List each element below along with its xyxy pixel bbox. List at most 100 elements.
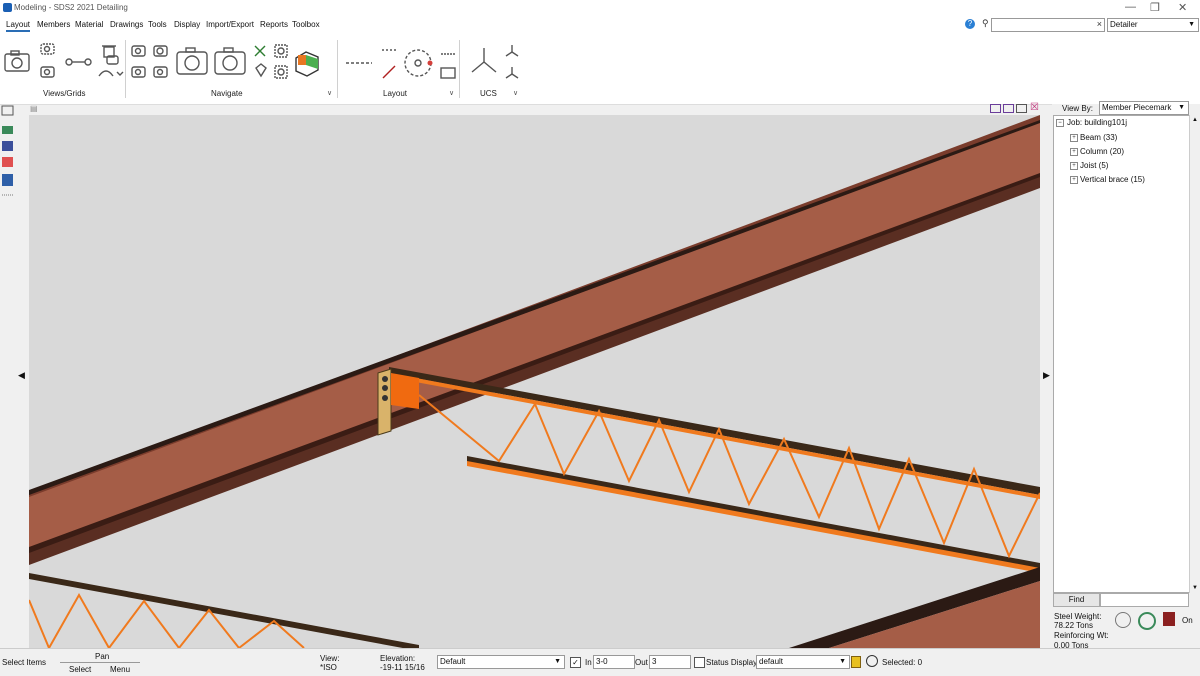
close-view-icon[interactable]: ☒ [1030, 102, 1039, 113]
left-toolbar [1, 105, 14, 196]
menu-display[interactable]: Display [174, 20, 200, 29]
clipboard-icon[interactable] [851, 656, 861, 668]
help-icon[interactable]: ? [965, 19, 975, 29]
view-by-select[interactable]: Member Piecemark ▼ [1099, 101, 1189, 115]
folder-icon[interactable] [440, 67, 456, 79]
column-icon[interactable] [2, 141, 13, 151]
clear-search-button[interactable]: × [1097, 19, 1102, 29]
out-input[interactable]: 3 [649, 655, 691, 669]
tile-icon[interactable] [990, 104, 1001, 113]
beam-flange-edge [29, 120, 1040, 495]
status-display-select[interactable]: default ▼ [756, 655, 850, 669]
in-label: In [585, 658, 592, 667]
restore-button[interactable]: ❐ [1150, 1, 1160, 14]
restore-view-icon[interactable] [40, 66, 55, 78]
chevron-down-icon: ▼ [1178, 104, 1185, 111]
refresh-icon[interactable] [1138, 612, 1156, 630]
next-view-icon[interactable] [153, 66, 168, 78]
bolt [382, 395, 388, 401]
status-display-checkbox[interactable] [694, 657, 705, 668]
filter-icon[interactable] [1163, 612, 1175, 626]
tree-root[interactable]: Job: building101j [1067, 118, 1127, 127]
window-title: Modeling - SDS2 2021 Detailing [14, 3, 128, 12]
tree-item-column[interactable]: Column (20) [1080, 147, 1124, 156]
close-button[interactable]: ✕ [1178, 1, 1187, 14]
bolt [382, 376, 388, 382]
expand-icon[interactable]: + [1070, 162, 1078, 170]
tree-item-joist[interactable]: Joist (5) [1080, 161, 1108, 170]
reinforcing-label: Reinforcing Wt: [1054, 631, 1109, 640]
grid-line-icon[interactable] [65, 58, 92, 66]
circle-point-icon[interactable] [404, 49, 432, 77]
view-value: *ISO [320, 663, 337, 672]
zoom-view-icon[interactable] [214, 47, 246, 75]
paint-icon[interactable] [255, 63, 267, 78]
menu-import-export[interactable]: Import/Export [206, 20, 254, 29]
material-icon[interactable] [2, 157, 13, 167]
delete-view-icon[interactable] [102, 45, 119, 65]
zoom-window-icon[interactable] [274, 44, 288, 58]
scroll-down-icon[interactable]: ▼ [1192, 585, 1198, 591]
prev-view-icon[interactable] [131, 66, 146, 78]
chevron-down-icon: ▼ [839, 658, 846, 665]
find-input[interactable] [1100, 593, 1189, 607]
menu-reports[interactable]: Reports [260, 20, 288, 29]
group-expand-icon[interactable]: ∨ [327, 89, 332, 97]
member-tree[interactable]: − Job: building101j + Beam (33) + Column… [1053, 115, 1190, 593]
minimize-button[interactable]: — [1125, 1, 1136, 13]
expand-icon[interactable]: + [1070, 134, 1078, 142]
cascade-icon[interactable] [1003, 104, 1014, 113]
scroll-right-icon[interactable]: ▶ [1043, 370, 1050, 381]
zoom-extents-icon[interactable] [274, 65, 288, 79]
role-select[interactable]: Detailer ▼ [1107, 18, 1199, 32]
scroll-up-icon[interactable]: ▲ [1192, 117, 1198, 123]
ucs-axes-icon[interactable] [471, 48, 497, 73]
layer-select[interactable]: Default ▼ [437, 655, 565, 669]
arc-icon[interactable] [98, 70, 124, 77]
scroll-left-icon[interactable]: ◀ [18, 370, 25, 381]
zoom-icon[interactable] [866, 655, 878, 667]
locate-icon[interactable] [1115, 612, 1131, 628]
save-view-2-icon[interactable] [131, 45, 146, 57]
group-ucs: UCS [480, 89, 497, 98]
tree-scrollbar[interactable]: ▲ ▼ [1189, 115, 1200, 593]
ucs-small-icon[interactable] [505, 45, 519, 57]
in-checkbox[interactable]: ✓ [570, 657, 581, 668]
save-view-icon[interactable] [40, 43, 55, 55]
component-icon[interactable] [2, 174, 13, 186]
menu-members[interactable]: Members [37, 20, 70, 29]
menu-tools[interactable]: Tools [148, 20, 167, 29]
pen-icon[interactable] [382, 65, 396, 79]
rotate-view-icon[interactable] [176, 47, 208, 75]
menu-layout[interactable]: Layout [6, 20, 31, 32]
menu-drawings[interactable]: Drawings [110, 20, 143, 29]
find-button[interactable]: Find [1053, 593, 1100, 607]
ucs-small-2-icon[interactable] [505, 67, 519, 79]
member-icon[interactable] [2, 126, 13, 134]
in-input[interactable]: 3-0 [593, 655, 635, 669]
menu-toolbox[interactable]: Toolbox [292, 20, 320, 29]
bolt [382, 385, 388, 391]
app-icon [3, 3, 12, 12]
out-label: Out [635, 658, 648, 667]
expand-icon[interactable]: + [1070, 148, 1078, 156]
orbit-icon[interactable] [153, 45, 168, 57]
camera-small-icon[interactable] [1, 105, 14, 116]
menu-material[interactable]: Material [75, 20, 103, 29]
search-input[interactable]: × [991, 18, 1105, 32]
steel-weight-label: Steel Weight: [1054, 612, 1102, 621]
model-viewport[interactable] [29, 115, 1040, 648]
collapse-icon[interactable]: − [1056, 119, 1064, 127]
mouse-divider [60, 662, 140, 663]
view-cube-face [298, 55, 306, 65]
view-tab-icon[interactable]: ▤ [30, 104, 38, 113]
isolate-icon[interactable] [254, 45, 266, 57]
expand-icon[interactable]: + [1070, 176, 1078, 184]
tree-item-vertical-brace[interactable]: Vertical brace (15) [1080, 175, 1145, 184]
tree-item-beam[interactable]: Beam (33) [1080, 133, 1117, 142]
camera-icon[interactable] [4, 50, 30, 72]
chevron-down-icon: ▼ [1188, 21, 1195, 28]
group-expand-icon[interactable]: ∨ [513, 89, 518, 97]
maximize-icon[interactable] [1016, 104, 1027, 113]
group-expand-icon[interactable]: ∨ [449, 89, 454, 97]
